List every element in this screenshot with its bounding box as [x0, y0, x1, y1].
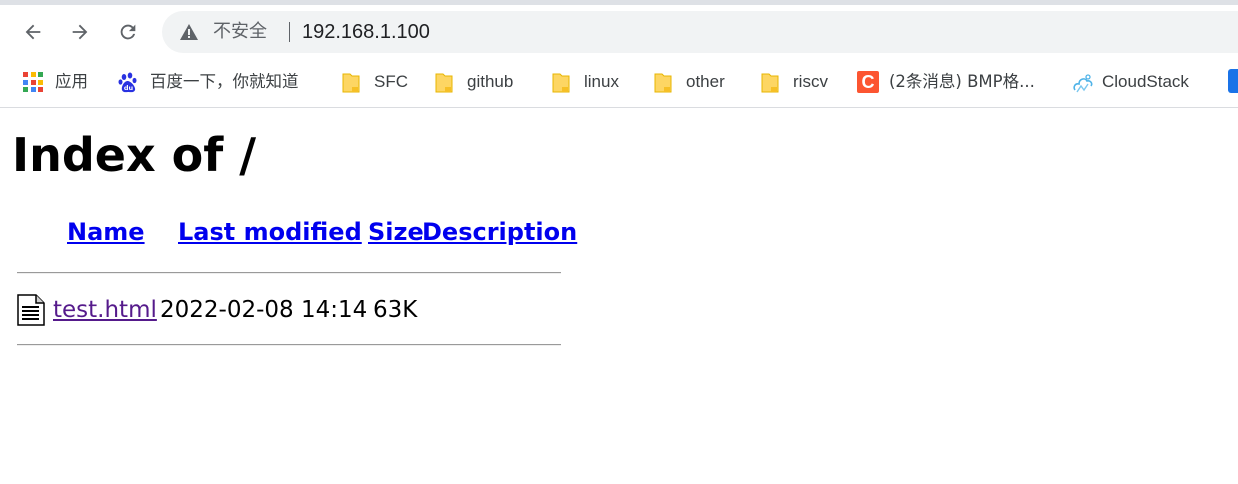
page-title: Index of / [12, 128, 257, 182]
file-size: 63K [373, 297, 418, 323]
folder-icon [435, 72, 455, 93]
sort-by-name-link[interactable]: Name [67, 218, 145, 246]
file-link-test-html[interactable]: test.html [53, 295, 157, 325]
bookmark-label: github [467, 72, 514, 91]
bookmark-cloudstack[interactable]: CloudStack [1071, 70, 1189, 94]
arrow-left-icon [25, 24, 41, 40]
bookmarks-bar: 应用 du 百度一下，你就知道 SFC github linux other r… [0, 60, 1238, 107]
bookmark-label: other [686, 72, 725, 91]
bookmark-csdn-bmp[interactable]: C (2条消息) BMP格... [857, 70, 1035, 94]
bookmark-label: (2条消息) BMP格... [889, 72, 1035, 91]
cloudstack-icon [1071, 72, 1093, 93]
bookmark-apps[interactable]: 应用 [23, 70, 88, 94]
arrow-right-icon [72, 24, 88, 40]
reload-button[interactable] [112, 16, 144, 48]
bookmark-label: SFC [374, 72, 408, 91]
url-text[interactable]: 192.168.1.100 [302, 21, 430, 43]
sort-by-size-link[interactable]: Size [368, 218, 424, 246]
sort-by-last-modified-link[interactable]: Last modified [178, 218, 362, 246]
text-file-icon [17, 294, 45, 326]
warning-triangle-icon[interactable] [180, 24, 198, 40]
apps-grid-icon [23, 72, 43, 92]
bookmark-label: riscv [793, 72, 828, 91]
folder-icon [654, 72, 674, 93]
security-status-label[interactable]: 不安全 [213, 21, 267, 43]
back-button[interactable] [17, 16, 49, 48]
bookmark-baidu[interactable]: du 百度一下，你就知道 [118, 70, 299, 94]
bookmark-label: CloudStack [1102, 72, 1189, 91]
bookmark-folder-sfc[interactable]: SFC [342, 70, 408, 94]
sort-by-description-link[interactable]: Description [422, 218, 577, 246]
footer-divider [17, 344, 561, 346]
header-divider [17, 272, 561, 274]
folder-icon [342, 72, 362, 93]
page-content: Index of / Name Last modified Size Descr… [0, 108, 1238, 484]
csdn-c-icon: C [857, 71, 879, 93]
bookmark-folder-github[interactable]: github [435, 70, 513, 94]
browser-toolbar: 不安全 192.168.1.100 [0, 5, 1238, 60]
bookmark-label: 应用 [55, 72, 88, 91]
bookmark-label: linux [584, 72, 619, 91]
baidu-paw-icon: du [118, 72, 138, 93]
svg-text:du: du [124, 84, 134, 92]
folder-icon [552, 72, 572, 93]
forward-button[interactable] [64, 16, 96, 48]
folder-icon [761, 72, 781, 93]
bookmark-folder-linux[interactable]: linux [552, 70, 619, 94]
address-bar[interactable]: 不安全 192.168.1.100 [162, 11, 1238, 53]
bookmark-folder-riscv[interactable]: riscv [761, 70, 828, 94]
bookmark-folder-other[interactable]: other [654, 70, 725, 94]
reload-icon [120, 24, 136, 40]
file-last-modified: 2022-02-08 14:14 [160, 297, 368, 323]
omnibox-separator [289, 22, 290, 42]
overflow-bookmark-icon[interactable] [1228, 69, 1238, 93]
bookmark-label: 百度一下，你就知道 [150, 72, 299, 91]
